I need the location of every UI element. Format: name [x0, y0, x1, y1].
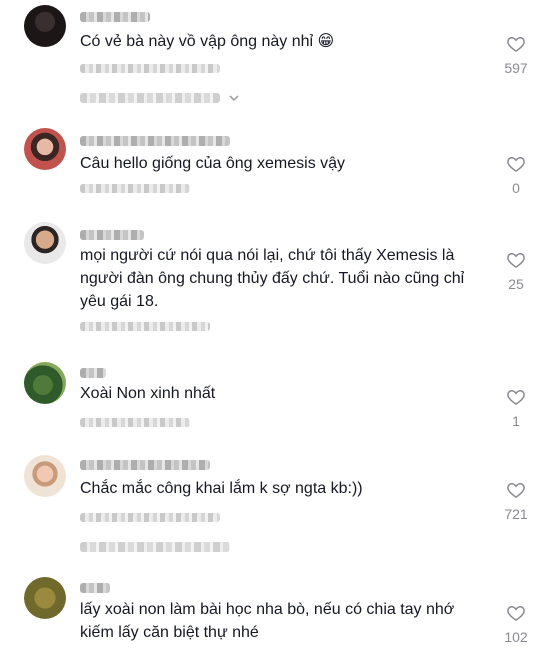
username-blurred[interactable] [80, 230, 144, 240]
comment-text: lấy xoài non làm bài học nha bò, nếu có … [80, 601, 455, 641]
like-count: 0 [512, 180, 520, 196]
comment-meta-blurred [80, 418, 190, 427]
heart-outline-icon[interactable] [506, 387, 526, 407]
comment-text: mọi người cứ nói qua nói lại, chứ tôi th… [80, 247, 465, 310]
avatar[interactable] [24, 5, 66, 47]
like-count: 25 [508, 276, 524, 292]
like-count: 102 [504, 629, 528, 645]
comment-meta-blurred [80, 322, 210, 331]
avatar[interactable] [24, 222, 66, 264]
username-blurred[interactable] [80, 136, 230, 146]
avatar[interactable] [24, 577, 66, 619]
username-blurred[interactable] [80, 460, 210, 470]
comment-meta-blurred [80, 513, 220, 522]
like-button[interactable]: 102 [496, 603, 536, 645]
avatar[interactable] [24, 128, 66, 170]
comment-text: Xoài Non xinh nhất [80, 385, 216, 402]
username-blurred[interactable] [80, 12, 150, 22]
comment-meta-blurred [80, 64, 220, 73]
comment-text: Câu hello giống của ông xemesis vậy [80, 155, 346, 172]
avatar[interactable] [24, 362, 66, 404]
view-replies-button[interactable] [80, 542, 230, 552]
username-blurred[interactable] [80, 583, 110, 593]
comment-text: Có vẻ bà này vồ vập ông này nhỉ 😁 [80, 33, 335, 50]
like-button[interactable]: 1 [496, 387, 536, 429]
like-button[interactable]: 25 [496, 250, 536, 292]
heart-outline-icon[interactable] [506, 480, 526, 500]
heart-outline-icon[interactable] [506, 154, 526, 174]
heart-outline-icon[interactable] [506, 250, 526, 270]
avatar[interactable] [24, 455, 66, 497]
username-blurred[interactable] [80, 368, 106, 378]
like-button[interactable]: 0 [496, 154, 536, 196]
like-button[interactable]: 721 [496, 480, 536, 522]
heart-outline-icon[interactable] [506, 34, 526, 54]
comment-meta-blurred [80, 184, 190, 193]
comment-text: Chắc mắc công khai lắm k sợ ngta kb:)) [80, 480, 363, 497]
view-replies-button[interactable] [80, 93, 220, 103]
heart-outline-icon[interactable] [506, 603, 526, 623]
like-count: 721 [504, 506, 528, 522]
like-count: 597 [504, 60, 528, 76]
like-count: 1 [512, 413, 520, 429]
chevron-down-icon[interactable] [228, 92, 240, 104]
like-button[interactable]: 597 [496, 34, 536, 76]
